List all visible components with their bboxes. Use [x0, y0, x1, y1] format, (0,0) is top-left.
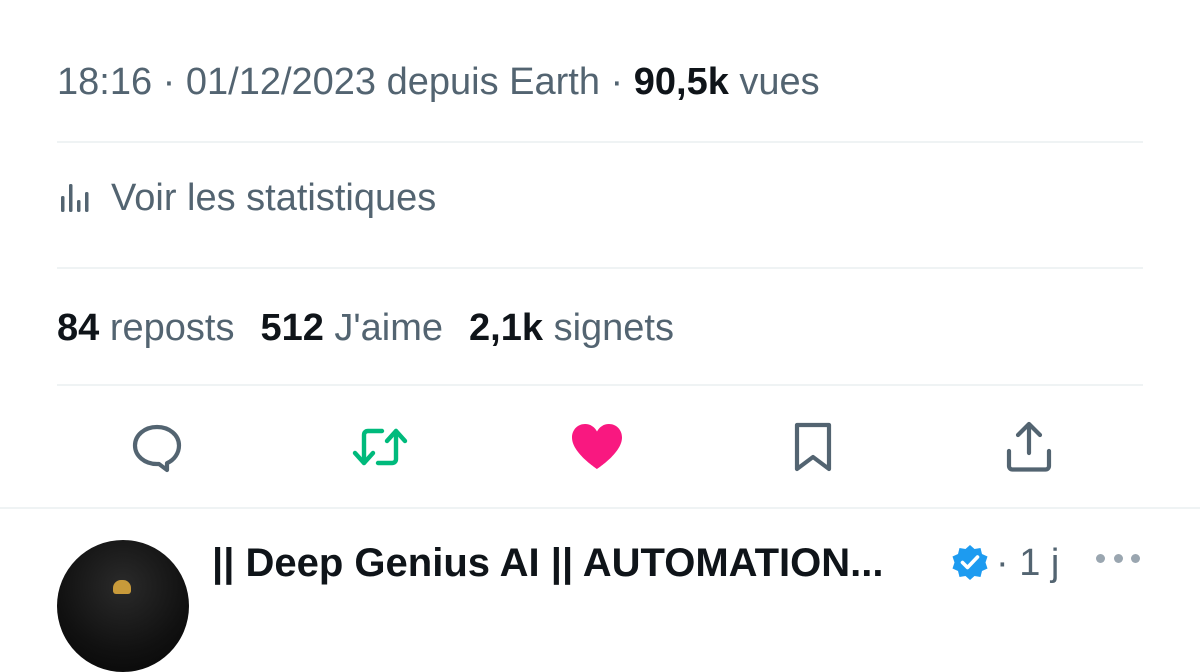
- time-separator: ·: [996, 542, 1009, 584]
- bookmark-button[interactable]: [783, 419, 843, 479]
- reposts-count: 84: [57, 306, 100, 349]
- bookmark-icon: [789, 419, 837, 480]
- view-statistics-link[interactable]: Voir les statistiques: [57, 170, 436, 226]
- more-options-button[interactable]: [1096, 546, 1140, 570]
- tweet-source: Earth: [509, 61, 600, 103]
- more-horizontal-icon-dot: [1113, 553, 1123, 563]
- reply-display-name[interactable]: || Deep Genius AI || AUTOMATION...: [212, 536, 883, 590]
- repost-button[interactable]: [350, 419, 410, 479]
- comment-icon: [129, 419, 185, 480]
- likes-count-link[interactable]: 512 J'aime: [260, 307, 443, 350]
- reply-time-value: 1 j: [1019, 542, 1060, 584]
- bar-chart-icon: [57, 178, 97, 218]
- divider: [57, 384, 1143, 386]
- share-button[interactable]: [999, 419, 1059, 479]
- avatar-figure: [113, 580, 131, 594]
- divider: [0, 507, 1200, 509]
- reply-item[interactable]: || Deep Genius AI || AUTOMATION... · 1 j: [0, 510, 1200, 672]
- bookmarks-count: 2,1k: [469, 306, 544, 349]
- likes-label: J'aime: [323, 306, 444, 349]
- divider: [57, 141, 1143, 143]
- heart-icon: [568, 419, 626, 480]
- bookmarks-label: signets: [543, 306, 674, 349]
- engagement-counts: 84 reposts 512 J'aime 2,1k signets: [57, 300, 700, 356]
- like-button[interactable]: [567, 419, 627, 479]
- reply-button[interactable]: [127, 419, 187, 479]
- views-label: vues: [728, 61, 820, 103]
- divider: [57, 267, 1143, 269]
- repost-icon: [350, 419, 410, 480]
- reposts-count-link[interactable]: 84 reposts: [57, 307, 234, 350]
- avatar[interactable]: [57, 540, 189, 672]
- likes-count: 512: [260, 306, 324, 349]
- more-horizontal-icon-dot: [1131, 553, 1140, 563]
- more-horizontal-icon-dot: [1096, 553, 1105, 563]
- reposts-label: reposts: [99, 306, 235, 349]
- tweet-metadata: 18:16 · 01/12/2023 depuis Earth · 90,5k …: [57, 56, 820, 108]
- share-icon: [1001, 419, 1057, 480]
- bookmarks-count-link[interactable]: 2,1k signets: [469, 307, 674, 350]
- reply-timestamp[interactable]: · 1 j: [996, 536, 1059, 590]
- verified-badge-icon: [950, 543, 990, 583]
- tweet-date[interactable]: 01/12/2023: [186, 61, 376, 103]
- source-prefix: depuis: [376, 61, 510, 103]
- tweet-action-bar: [57, 405, 1143, 493]
- tweet-time[interactable]: 18:16: [57, 61, 152, 103]
- view-statistics-label: Voir les statistiques: [111, 176, 437, 219]
- meta-separator: ·: [599, 61, 634, 103]
- meta-separator: ·: [152, 61, 186, 103]
- views-count: 90,5k: [633, 61, 729, 103]
